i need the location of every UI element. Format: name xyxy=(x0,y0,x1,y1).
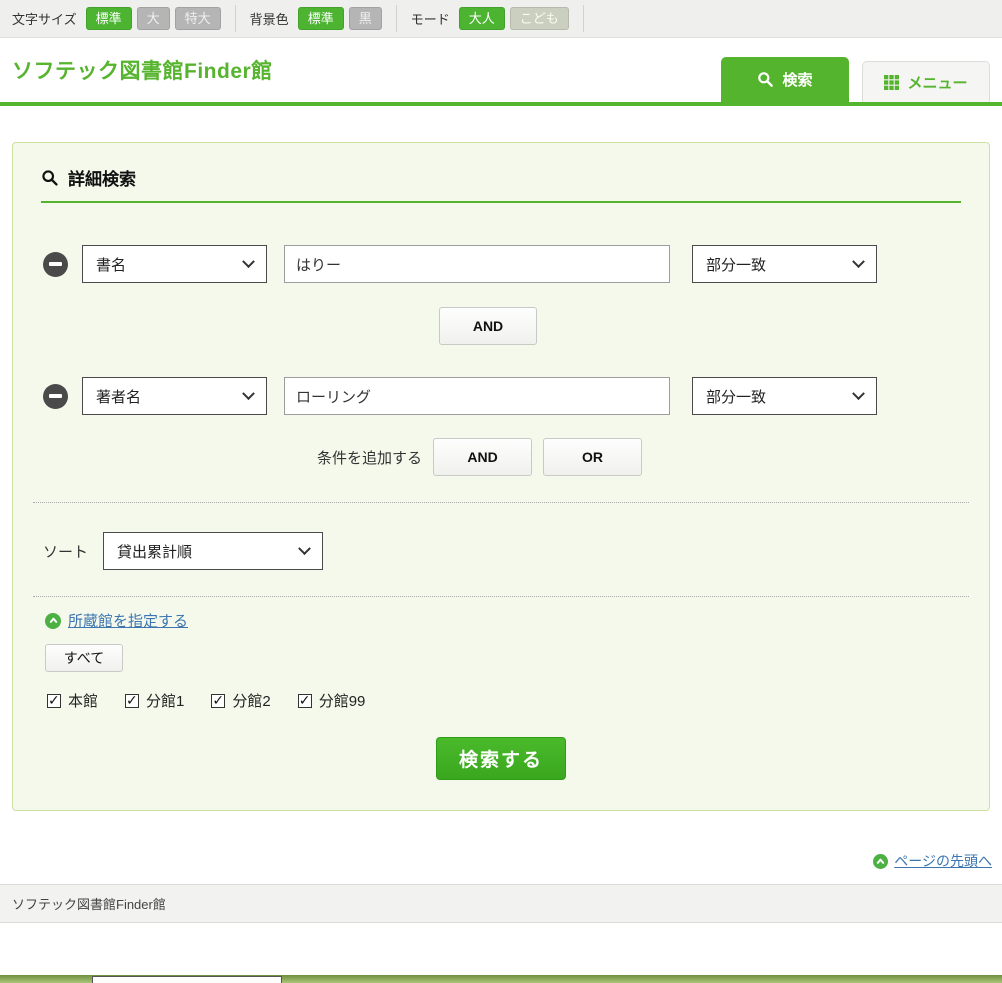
background-color-group: 背景色 標準 黒 xyxy=(250,7,382,30)
mode-group: モード 大人 こども xyxy=(411,7,569,30)
sort-select[interactable]: 貸出累計順 xyxy=(103,532,323,570)
chevron-down-icon xyxy=(298,542,311,555)
menu-grid-icon xyxy=(884,75,899,90)
remove-condition-icon[interactable] xyxy=(43,252,68,277)
library-checkboxes-row: 本館 分館1 分館2 分館99 xyxy=(47,690,971,711)
font-size-large-button[interactable]: 大 xyxy=(137,7,170,30)
bottom-spacer xyxy=(0,923,1002,975)
search-submit-row: 検索する xyxy=(31,737,971,780)
bg-black-button[interactable]: 黒 xyxy=(349,7,382,30)
site-title: ソフテック図書館Finder館 xyxy=(12,55,273,85)
library-checkbox-bunkan99[interactable]: 分館99 xyxy=(298,690,366,711)
checkbox-checked-icon[interactable] xyxy=(211,694,225,708)
mode-label: モード xyxy=(411,9,450,28)
accessibility-toolbar: 文字サイズ 標準 大 特大 背景色 標準 黒 モード 大人 こども xyxy=(0,0,1002,38)
checkbox-checked-icon[interactable] xyxy=(47,694,61,708)
font-size-label: 文字サイズ xyxy=(12,9,77,28)
select-all-libraries-button[interactable]: すべて xyxy=(45,644,123,672)
match-select-1-value: 部分一致 xyxy=(706,254,766,275)
sort-select-value: 貸出累計順 xyxy=(117,541,192,562)
field-select-2-value: 著者名 xyxy=(96,386,141,407)
library-label: 分館1 xyxy=(146,690,184,711)
page-top-row: ページの先頭へ xyxy=(0,851,992,871)
toolbar-separator xyxy=(583,5,584,32)
add-condition-row: 条件を追加する AND OR xyxy=(317,438,971,476)
toolbar-separator xyxy=(396,5,397,32)
panel-title: 詳細検索 xyxy=(68,165,136,190)
tab-menu-label: メニュー xyxy=(907,72,967,93)
main-content: 詳細検索 書名 部分一致 AND 著者名 部 xyxy=(0,142,1002,871)
chevron-down-icon xyxy=(852,387,865,400)
condition-row-1: 書名 部分一致 xyxy=(43,245,971,283)
condition-row-2: 著者名 部分一致 xyxy=(43,377,971,415)
divider xyxy=(33,502,969,503)
page-top-up-icon xyxy=(873,854,888,869)
checkbox-checked-icon[interactable] xyxy=(125,694,139,708)
font-size-group: 文字サイズ 標準 大 特大 xyxy=(12,7,221,30)
library-checkbox-bunkan1[interactable]: 分館1 xyxy=(125,690,184,711)
bottom-cutoff-box xyxy=(92,976,282,983)
bottom-cutoff-bar xyxy=(0,975,1002,983)
keyword-input-1[interactable] xyxy=(284,245,670,283)
chevron-down-icon xyxy=(852,255,865,268)
library-checkbox-honkan[interactable]: 本館 xyxy=(47,690,98,711)
page-top-link[interactable]: ページの先頭へ xyxy=(894,851,992,871)
search-icon xyxy=(757,71,774,88)
divider xyxy=(33,596,969,597)
checkbox-checked-icon[interactable] xyxy=(298,694,312,708)
bg-standard-button[interactable]: 標準 xyxy=(298,7,344,30)
font-size-standard-button[interactable]: 標準 xyxy=(86,7,132,30)
advanced-search-panel: 詳細検索 書名 部分一致 AND 著者名 部 xyxy=(12,142,990,811)
mode-adult-button[interactable]: 大人 xyxy=(459,7,505,30)
connector-and-button[interactable]: AND xyxy=(439,307,537,345)
collapse-up-icon xyxy=(45,613,61,629)
header-tabs: 検索 メニュー xyxy=(721,57,990,102)
library-label: 分館99 xyxy=(319,690,366,711)
background-color-label: 背景色 xyxy=(250,9,289,28)
chevron-down-icon xyxy=(242,387,255,400)
font-size-xlarge-button[interactable]: 特大 xyxy=(175,7,221,30)
site-footer: ソフテック図書館Finder館 xyxy=(0,884,1002,923)
match-select-2-value: 部分一致 xyxy=(706,386,766,407)
add-condition-label: 条件を追加する xyxy=(317,447,422,468)
footer-site-name: ソフテック図書館Finder館 xyxy=(12,894,166,913)
header-accent-bar xyxy=(0,102,1002,106)
toolbar-separator xyxy=(235,5,236,32)
search-submit-button[interactable]: 検索する xyxy=(436,737,566,780)
match-select-1[interactable]: 部分一致 xyxy=(692,245,877,283)
chevron-down-icon xyxy=(242,255,255,268)
sort-label: ソート xyxy=(43,541,88,562)
mode-kids-button[interactable]: こども xyxy=(510,7,569,30)
remove-condition-icon[interactable] xyxy=(43,384,68,409)
panel-heading: 詳細検索 xyxy=(41,165,961,203)
library-toggle-link[interactable]: 所蔵館を指定する xyxy=(68,610,188,631)
tab-search[interactable]: 検索 xyxy=(721,57,849,102)
field-select-1-value: 書名 xyxy=(96,254,126,275)
add-and-button[interactable]: AND xyxy=(433,438,532,476)
add-or-button[interactable]: OR xyxy=(543,438,642,476)
library-label: 本館 xyxy=(68,690,98,711)
site-header: ソフテック図書館Finder館 検索 メニュー xyxy=(0,38,1002,106)
field-select-1[interactable]: 書名 xyxy=(82,245,267,283)
sort-row: ソート 貸出累計順 xyxy=(43,532,971,570)
tab-menu[interactable]: メニュー xyxy=(862,61,990,102)
library-checkbox-bunkan2[interactable]: 分館2 xyxy=(211,690,270,711)
match-select-2[interactable]: 部分一致 xyxy=(692,377,877,415)
keyword-input-2[interactable] xyxy=(284,377,670,415)
library-label: 分館2 xyxy=(232,690,270,711)
library-toggle-row: 所蔵館を指定する xyxy=(45,610,971,631)
search-icon xyxy=(41,169,59,187)
tab-search-label: 検索 xyxy=(782,69,812,90)
field-select-2[interactable]: 著者名 xyxy=(82,377,267,415)
